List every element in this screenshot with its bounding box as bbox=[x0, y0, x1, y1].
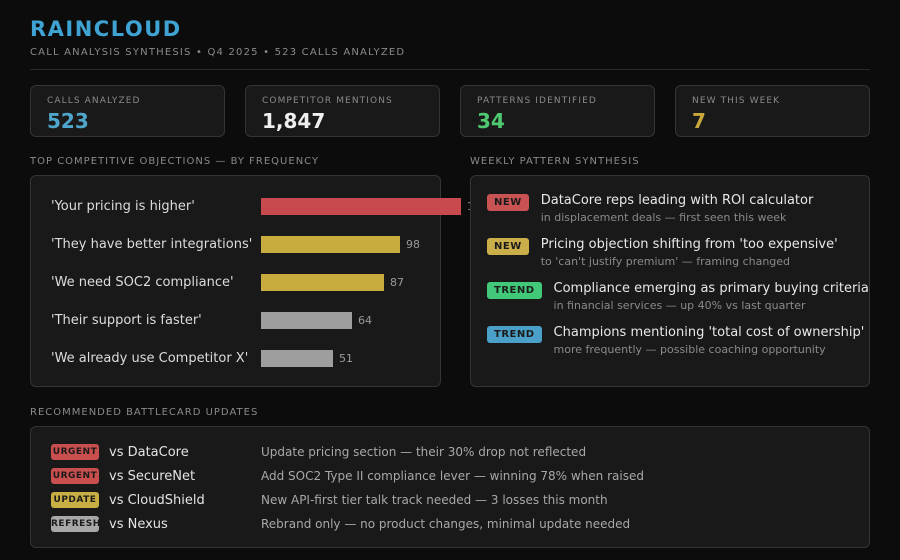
pattern-item: NEW DataCore reps leading with ROI calcu… bbox=[487, 193, 853, 224]
battlecard-description: Update pricing section — their 30% drop … bbox=[261, 445, 586, 459]
battlecard-badge: URGENT bbox=[51, 444, 99, 460]
stat-label: CALLS ANALYZED bbox=[47, 96, 208, 106]
pattern-subtitle: in displacement deals — first seen this … bbox=[541, 211, 814, 224]
stat-card: NEW THIS WEEK 7 bbox=[675, 85, 870, 137]
chart-category-label: 'Your pricing is higher' bbox=[51, 199, 261, 214]
header-divider bbox=[30, 69, 870, 70]
pattern-item: TREND Champions mentioning 'total cost o… bbox=[487, 325, 853, 356]
pattern-badge: NEW bbox=[487, 238, 529, 255]
pattern-title: Compliance emerging as primary buying cr… bbox=[554, 281, 869, 296]
chart-category-label: 'They have better integrations' bbox=[51, 237, 261, 252]
pattern-badge: TREND bbox=[487, 282, 542, 299]
pattern-badge: NEW bbox=[487, 194, 529, 211]
pattern-badge: TREND bbox=[487, 326, 542, 343]
battlecards-panel: URGENT vs DataCore Update pricing sectio… bbox=[30, 426, 870, 548]
battlecard-row: URGENT vs DataCore Update pricing sectio… bbox=[51, 440, 849, 464]
battlecard-description: New API-first tier talk track needed — 3… bbox=[261, 493, 608, 507]
battlecards-section-title: RECOMMENDED BATTLECARD UPDATES bbox=[30, 407, 870, 418]
chart-row: 'We already use Competitor X' 51 bbox=[51, 339, 440, 377]
pattern-title: Champions mentioning 'total cost of owne… bbox=[554, 325, 865, 340]
stat-label: NEW THIS WEEK bbox=[692, 96, 853, 106]
chart-category-label: 'Their support is faster' bbox=[51, 313, 261, 328]
battlecard-name: vs DataCore bbox=[109, 445, 261, 460]
stat-value: 34 bbox=[477, 109, 638, 133]
pattern-text: Compliance emerging as primary buying cr… bbox=[554, 281, 869, 312]
stat-card: PATTERNS IDENTIFIED 34 bbox=[460, 85, 655, 137]
pattern-item: TREND Compliance emerging as primary buy… bbox=[487, 281, 853, 312]
middle-section: TOP COMPETITIVE OBJECTIONS — BY FREQUENC… bbox=[30, 156, 870, 387]
chart-bar bbox=[261, 312, 352, 329]
pattern-subtitle: in financial services — up 40% vs last q… bbox=[554, 299, 869, 312]
patterns-panel: NEW DataCore reps leading with ROI calcu… bbox=[470, 175, 870, 387]
chart-value-label: 64 bbox=[358, 314, 372, 327]
pattern-item: NEW Pricing objection shifting from 'too… bbox=[487, 237, 853, 268]
chart-category-label: 'We already use Competitor X' bbox=[51, 351, 261, 366]
objections-column: TOP COMPETITIVE OBJECTIONS — BY FREQUENC… bbox=[30, 156, 441, 387]
battlecard-description: Rebrand only — no product changes, minim… bbox=[261, 517, 630, 531]
battlecard-row: REFRESH vs Nexus Rebrand only — no produ… bbox=[51, 512, 849, 536]
battlecards-section: RECOMMENDED BATTLECARD UPDATES URGENT vs… bbox=[30, 407, 870, 548]
objections-section-title: TOP COMPETITIVE OBJECTIONS — BY FREQUENC… bbox=[30, 156, 441, 167]
chart-value-label: 51 bbox=[339, 352, 353, 365]
dashboard-page: RAINCLOUD CALL ANALYSIS SYNTHESIS • Q4 2… bbox=[0, 0, 900, 548]
chart-row: 'We need SOC2 compliance' 87 bbox=[51, 263, 440, 301]
stat-card: CALLS ANALYZED 523 bbox=[30, 85, 225, 137]
chart-row: 'Their support is faster' 64 bbox=[51, 301, 440, 339]
pattern-subtitle: more frequently — possible coaching oppo… bbox=[554, 343, 865, 356]
stat-value: 1,847 bbox=[262, 109, 423, 133]
app-title: RAINCLOUD bbox=[30, 17, 870, 41]
battlecard-badge: REFRESH bbox=[51, 516, 99, 532]
patterns-column: WEEKLY PATTERN SYNTHESIS NEW DataCore re… bbox=[470, 156, 870, 387]
stat-value: 7 bbox=[692, 109, 853, 133]
chart-bar bbox=[261, 198, 461, 215]
pattern-text: Champions mentioning 'total cost of owne… bbox=[554, 325, 865, 356]
battlecard-badge: UPDATE bbox=[51, 492, 99, 508]
battlecard-row: UPDATE vs CloudShield New API-first tier… bbox=[51, 488, 849, 512]
chart-value-label: 98 bbox=[406, 238, 420, 251]
battlecard-description: Add SOC2 Type II compliance lever — winn… bbox=[261, 469, 644, 483]
pattern-text: DataCore reps leading with ROI calculato… bbox=[541, 193, 814, 224]
pattern-subtitle: to 'can't justify premium' — framing cha… bbox=[541, 255, 838, 268]
battlecard-badge: URGENT bbox=[51, 468, 99, 484]
pattern-title: Pricing objection shifting from 'too exp… bbox=[541, 237, 838, 252]
stat-label: PATTERNS IDENTIFIED bbox=[477, 96, 638, 106]
header: RAINCLOUD CALL ANALYSIS SYNTHESIS • Q4 2… bbox=[30, 17, 870, 70]
stat-card: COMPETITOR MENTIONS 1,847 bbox=[245, 85, 440, 137]
battlecard-name: vs Nexus bbox=[109, 517, 261, 532]
pattern-text: Pricing objection shifting from 'too exp… bbox=[541, 237, 838, 268]
battlecard-name: vs CloudShield bbox=[109, 493, 261, 508]
stat-value: 523 bbox=[47, 109, 208, 133]
chart-bar bbox=[261, 350, 333, 367]
stats-row: CALLS ANALYZED 523 COMPETITOR MENTIONS 1… bbox=[30, 85, 870, 137]
objections-chart-panel: 'Your pricing is higher' 141 'They have … bbox=[30, 175, 441, 387]
chart-bar bbox=[261, 274, 384, 291]
chart-value-label: 87 bbox=[390, 276, 404, 289]
chart-row: 'Your pricing is higher' 141 bbox=[51, 187, 440, 225]
stat-label: COMPETITOR MENTIONS bbox=[262, 96, 423, 106]
patterns-section-title: WEEKLY PATTERN SYNTHESIS bbox=[470, 156, 870, 167]
battlecard-name: vs SecureNet bbox=[109, 469, 261, 484]
chart-bar bbox=[261, 236, 400, 253]
app-subtitle: CALL ANALYSIS SYNTHESIS • Q4 2025 • 523 … bbox=[30, 47, 870, 58]
pattern-title: DataCore reps leading with ROI calculato… bbox=[541, 193, 814, 208]
chart-category-label: 'We need SOC2 compliance' bbox=[51, 275, 261, 290]
battlecard-row: URGENT vs SecureNet Add SOC2 Type II com… bbox=[51, 464, 849, 488]
chart-row: 'They have better integrations' 98 bbox=[51, 225, 440, 263]
